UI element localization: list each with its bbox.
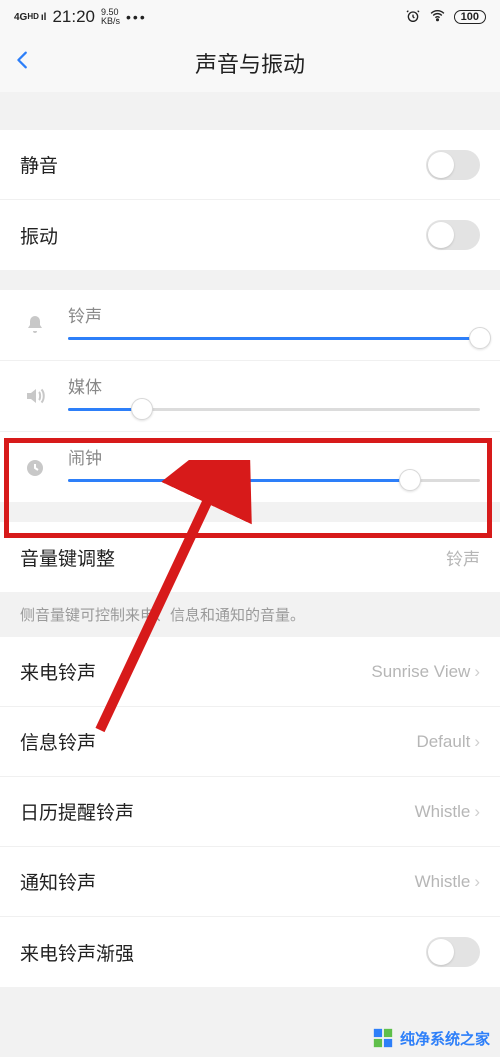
chevron-right-icon: › [474, 802, 480, 822]
mute-label: 静音 [20, 151, 58, 178]
status-time: 21:20 [52, 7, 95, 27]
chevron-right-icon: › [474, 872, 480, 892]
incoming-ringtone-value: Sunrise View [371, 662, 470, 682]
chevron-right-icon: › [474, 732, 480, 752]
clock-icon [20, 452, 50, 482]
volume-key-desc: 侧音量键可控制来电、信息和通知的音量。 [0, 592, 500, 637]
back-button[interactable] [12, 49, 40, 77]
volume-key-label: 音量键调整 [20, 544, 115, 571]
mute-toggle[interactable] [426, 150, 480, 180]
incoming-ringtone-row[interactable]: 来电铃声 Sunrise View› [0, 637, 500, 707]
ringtone-slider-label: 铃声 [68, 302, 480, 327]
notify-ringtone-row[interactable]: 通知铃声 Whistle› [0, 847, 500, 917]
battery-indicator: 100 [454, 10, 486, 24]
watermark: 纯净系统之家 [372, 1027, 490, 1049]
watermark-text: 纯净系统之家 [400, 1028, 490, 1049]
alarm-volume-row: 闹钟 [0, 432, 500, 502]
volume-key-row[interactable]: 音量键调整 铃声 [0, 522, 500, 592]
ascending-toggle[interactable] [426, 937, 480, 967]
page-title: 声音与振动 [195, 47, 305, 79]
speaker-icon [20, 381, 50, 411]
watermark-logo-icon [372, 1027, 394, 1049]
notify-ringtone-label: 通知铃声 [20, 868, 96, 895]
wifi-icon [429, 7, 446, 27]
alarm-icon [405, 8, 421, 27]
vibrate-label: 振动 [20, 222, 58, 249]
ascending-ringtone-row[interactable]: 来电铃声渐强 [0, 917, 500, 987]
calendar-ringtone-label: 日历提醒铃声 [20, 798, 134, 825]
alarm-slider[interactable] [68, 479, 480, 482]
status-bar: 4GHDıl 21:20 9.50KB/s ••• 100 [0, 0, 500, 34]
ascending-ringtone-label: 来电铃声渐强 [20, 939, 134, 966]
media-slider[interactable] [68, 408, 480, 411]
volume-key-value: 铃声 [446, 545, 480, 570]
vibrate-row[interactable]: 振动 [0, 200, 500, 270]
alarm-slider-label: 闹钟 [68, 444, 480, 469]
network-speed: 9.50KB/s [101, 8, 120, 26]
calendar-ringtone-row[interactable]: 日历提醒铃声 Whistle› [0, 777, 500, 847]
ringtone-volume-row: 铃声 [0, 290, 500, 361]
more-indicator: ••• [126, 9, 147, 25]
media-slider-label: 媒体 [68, 373, 480, 398]
message-ringtone-row[interactable]: 信息铃声 Default› [0, 707, 500, 777]
chevron-right-icon: › [474, 662, 480, 682]
page-header: 声音与振动 [0, 34, 500, 92]
calendar-ringtone-value: Whistle [415, 802, 471, 822]
ringtone-slider[interactable] [68, 337, 480, 340]
notify-ringtone-value: Whistle [415, 872, 471, 892]
message-ringtone-label: 信息铃声 [20, 728, 96, 755]
bell-icon [20, 310, 50, 340]
signal-indicator: 4GHDıl [14, 12, 46, 23]
media-volume-row: 媒体 [0, 361, 500, 432]
incoming-ringtone-label: 来电铃声 [20, 658, 96, 685]
mute-row[interactable]: 静音 [0, 130, 500, 200]
vibrate-toggle[interactable] [426, 220, 480, 250]
message-ringtone-value: Default [416, 732, 470, 752]
